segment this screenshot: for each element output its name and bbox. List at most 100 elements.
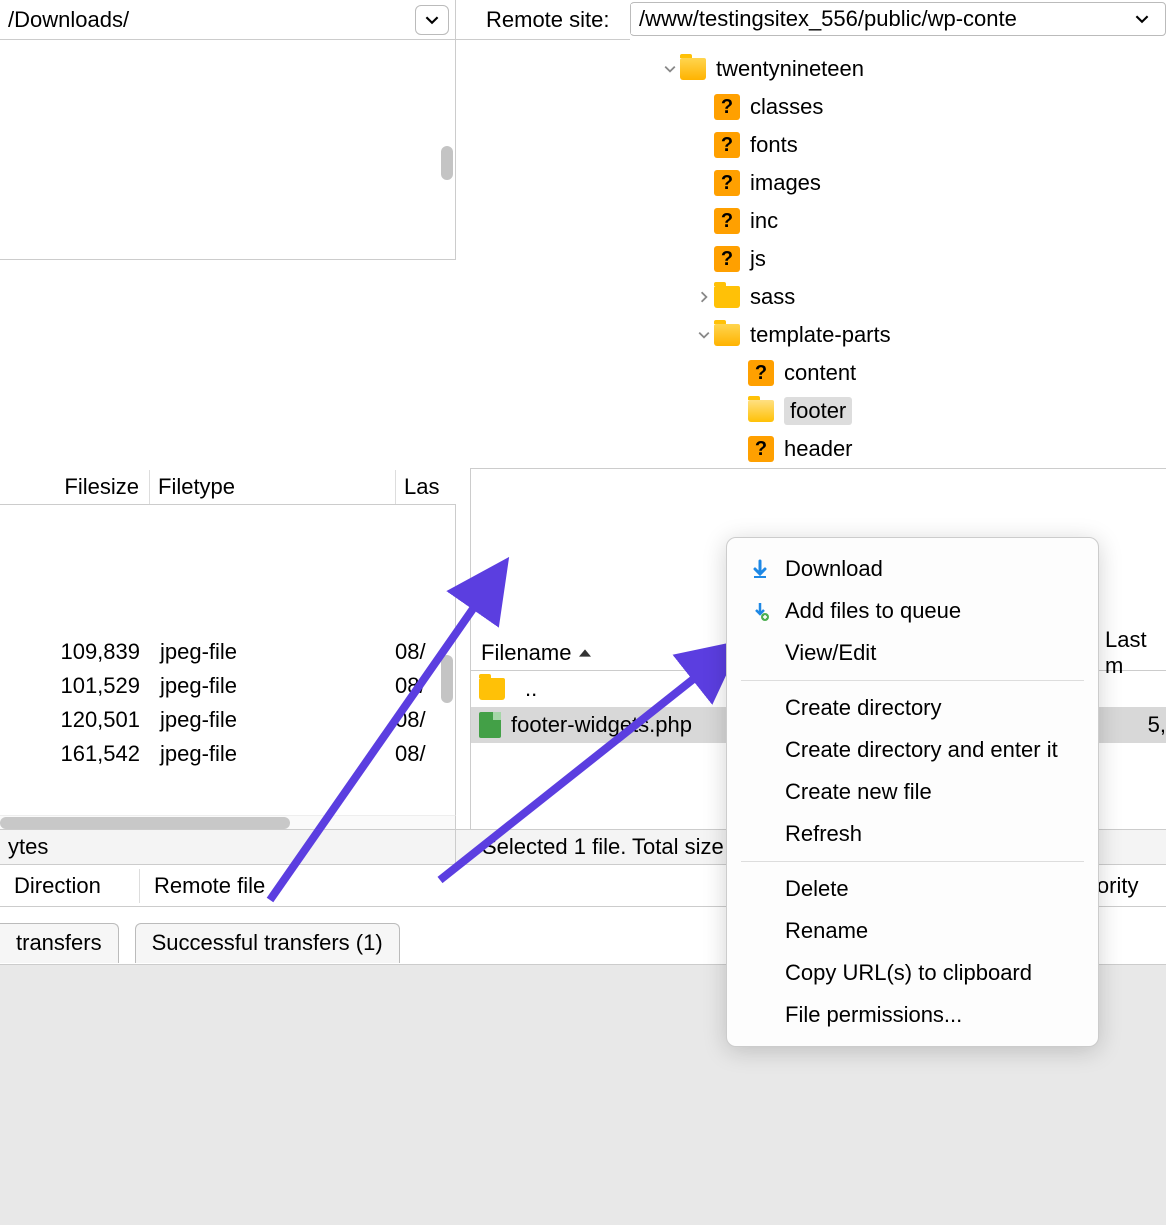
menu-label: View/Edit: [785, 640, 876, 666]
menu-file-permissions[interactable]: File permissions...: [727, 994, 1098, 1036]
scrollbar-thumb[interactable]: [441, 146, 453, 180]
folder-open-icon: [680, 58, 706, 80]
menu-create-directory[interactable]: Create directory: [727, 687, 1098, 729]
folder-unknown-icon: ?: [714, 94, 740, 120]
cell-filesize: 120,501: [0, 707, 150, 733]
menu-label: Copy URL(s) to clipboard: [785, 960, 1032, 986]
local-file-list[interactable]: 109,839jpeg-file08/101,529jpeg-file08/12…: [0, 635, 456, 815]
tree-item-images[interactable]: ? images: [470, 164, 1166, 202]
menu-label: Delete: [785, 876, 849, 902]
scrollbar-thumb[interactable]: [441, 655, 453, 703]
list-item[interactable]: 120,501jpeg-file08/: [0, 703, 455, 737]
menu-label: Rename: [785, 918, 868, 944]
tree-item-sass[interactable]: sass: [470, 278, 1166, 316]
scrollbar-thumb[interactable]: [0, 817, 290, 829]
menu-rename[interactable]: Rename: [727, 910, 1098, 952]
col-lastmod[interactable]: Last m: [1096, 627, 1166, 679]
folder-unknown-icon: ?: [714, 246, 740, 272]
tree-item-twentynineteen[interactable]: twentynineteen: [470, 50, 1166, 88]
menu-label: Refresh: [785, 821, 862, 847]
tree-label: footer: [784, 397, 852, 425]
file-icon: [479, 712, 501, 738]
scrollbar-horizontal[interactable]: [0, 815, 456, 829]
add-queue-icon: [749, 601, 771, 621]
tree-item-header[interactable]: ?header: [470, 430, 1166, 468]
tree-label: inc: [750, 208, 778, 234]
menu-add-to-queue[interactable]: Add files to queue: [727, 590, 1098, 632]
tree-item-template-parts[interactable]: template-parts: [470, 316, 1166, 354]
cell-filetype: jpeg-file: [150, 639, 395, 665]
folder-unknown-icon: ?: [714, 170, 740, 196]
tree-label: content: [784, 360, 856, 386]
folder-icon: [714, 286, 740, 308]
chevron-right-icon[interactable]: [694, 291, 714, 303]
tree-label: template-parts: [750, 322, 891, 348]
chevron-down-icon[interactable]: [694, 329, 714, 341]
col-filetype[interactable]: Filetype: [150, 470, 396, 504]
tree-label: sass: [750, 284, 795, 310]
folder-icon: [479, 678, 505, 700]
menu-label: Download: [785, 556, 883, 582]
tree-label: twentynineteen: [716, 56, 864, 82]
list-item[interactable]: 161,542jpeg-file08/: [0, 737, 455, 771]
tree-item-inc[interactable]: ? inc: [470, 202, 1166, 240]
menu-label: Add files to queue: [785, 598, 961, 624]
cell-filesize: 101,529: [0, 673, 150, 699]
tree-item-classes[interactable]: ? classes: [470, 88, 1166, 126]
chevron-down-icon: [425, 13, 439, 27]
folder-unknown-icon: ?: [748, 436, 774, 462]
tree-label: classes: [750, 94, 823, 120]
tree-item-fonts[interactable]: ? fonts: [470, 126, 1166, 164]
menu-view-edit[interactable]: View/Edit: [727, 632, 1098, 674]
list-item[interactable]: 101,529jpeg-file08/: [0, 669, 455, 703]
menu-label: File permissions...: [785, 1002, 962, 1028]
tab-failed-transfers[interactable]: transfers: [0, 923, 119, 963]
tree-label: js: [750, 246, 766, 272]
tab-successful-transfers[interactable]: Successful transfers (1): [135, 923, 400, 963]
menu-create-directory-enter[interactable]: Create directory and enter it: [727, 729, 1098, 771]
cell-filesize: 5,: [1126, 712, 1166, 738]
cell-filetype: jpeg-file: [150, 673, 395, 699]
local-path-input[interactable]: [0, 3, 409, 37]
chevron-down-icon[interactable]: [660, 63, 680, 75]
menu-copy-url[interactable]: Copy URL(s) to clipboard: [727, 952, 1098, 994]
remote-path-dropdown[interactable]: [1125, 4, 1159, 34]
chevron-down-icon: [1135, 12, 1149, 26]
folder-open-icon: [748, 400, 774, 422]
menu-delete[interactable]: Delete: [727, 868, 1098, 910]
menu-label: Create directory and enter it: [785, 737, 1058, 763]
tree-label: fonts: [750, 132, 798, 158]
menu-label: Create new file: [785, 779, 932, 805]
menu-separator: [741, 680, 1084, 681]
download-icon: [749, 559, 771, 579]
tree-label: images: [750, 170, 821, 196]
folder-unknown-icon: ?: [714, 132, 740, 158]
menu-create-file[interactable]: Create new file: [727, 771, 1098, 813]
menu-download[interactable]: Download: [727, 548, 1098, 590]
cell-filetype: jpeg-file: [150, 741, 395, 767]
col-filesize[interactable]: Filesize: [0, 470, 150, 504]
menu-refresh[interactable]: Refresh: [727, 813, 1098, 855]
local-status-text: ytes: [0, 830, 456, 864]
tree-item-footer[interactable]: footer: [470, 392, 1166, 430]
context-menu: Download Add files to queue View/Edit Cr…: [726, 537, 1099, 1047]
col-direction[interactable]: Direction: [0, 869, 140, 903]
tree-item-content[interactable]: ? content: [470, 354, 1166, 392]
tree-item-js[interactable]: ? js: [470, 240, 1166, 278]
list-item[interactable]: 109,839jpeg-file08/: [0, 635, 455, 669]
local-tree-pane[interactable]: [0, 40, 456, 260]
remote-site-label: Remote site:: [470, 0, 630, 40]
remote-tree-pane[interactable]: twentynineteen? classes? fonts? images? inc?…: [470, 40, 1166, 469]
cell-filesize: 109,839: [0, 639, 150, 665]
folder-unknown-icon: ?: [714, 208, 740, 234]
col-filename-label: Filename: [481, 640, 571, 666]
col-lastmod[interactable]: Las: [396, 470, 456, 504]
folder-unknown-icon: ?: [748, 360, 774, 386]
menu-separator: [741, 861, 1084, 862]
local-path-dropdown[interactable]: [415, 5, 449, 35]
remote-path-input[interactable]: [631, 4, 1119, 34]
local-list-header: Filesize Filetype Las: [0, 469, 456, 505]
cell-date: 08/: [395, 707, 455, 733]
folder-open-icon: [714, 324, 740, 346]
cell-filesize: 161,542: [0, 741, 150, 767]
